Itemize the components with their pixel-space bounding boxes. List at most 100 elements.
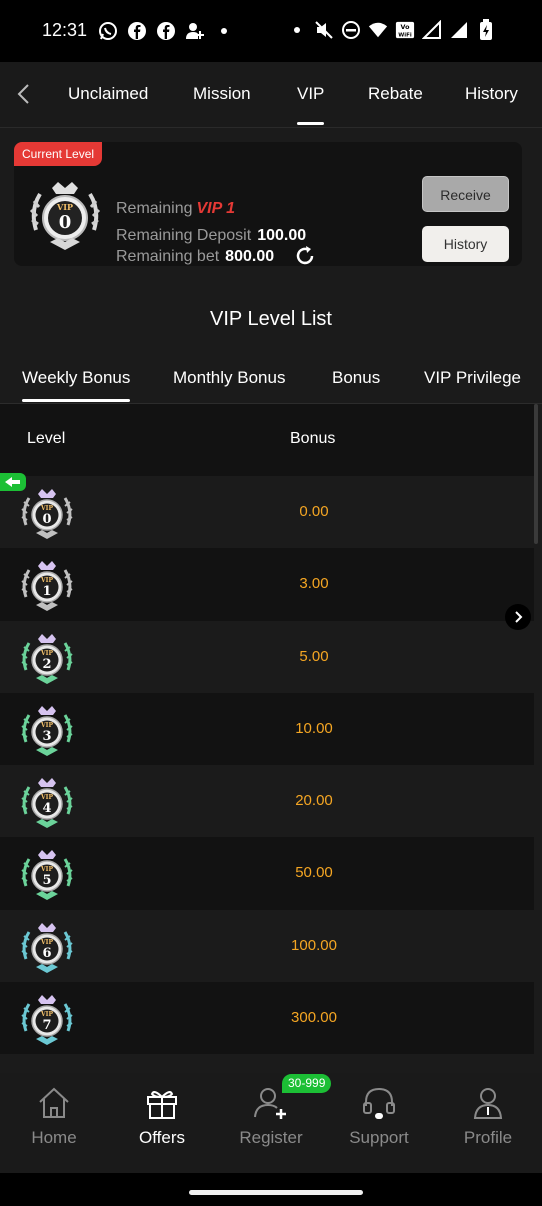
current-level-tag: Current Level [14, 142, 103, 166]
home-gesture-bar[interactable] [189, 1190, 363, 1195]
vip-badge-icon: VIP 0 [29, 182, 101, 250]
tab-vip[interactable]: VIP [297, 84, 324, 104]
top-tab-bar: Unclaimed Mission VIP Rebate History [0, 62, 542, 128]
row-bonus-value: 3.00 [299, 575, 329, 593]
vip-list-tabs: Weekly Bonus Monthly Bonus Bonus VIP Pri… [0, 356, 542, 404]
vip-level-badge-icon: VIP4 [21, 778, 73, 829]
home-icon [39, 1087, 69, 1118]
badge-level-text: 6 [42, 946, 51, 961]
row-bonus-value: 10.00 [295, 719, 333, 737]
table-row: VIP 6 100.00 [0, 909, 534, 983]
vip-level-table: Level Bonus VIP 0 0.00 VIP 1 3.00 VIP 2 5.00 VIP 3… [0, 404, 534, 1055]
row-bonus-value: 20.00 [295, 792, 333, 810]
badge-level-text: 7 [42, 1018, 51, 1033]
status-time: 12:31 [42, 20, 88, 40]
nav-offers-label: Offers [139, 1128, 185, 1147]
svg-text:Vo: Vo [401, 24, 411, 31]
active-tab-indicator [297, 122, 324, 125]
badge-vip-text: VIP [40, 1011, 53, 1018]
active-subtab-indicator [22, 399, 130, 402]
history-button[interactable]: History [422, 226, 509, 262]
badge-vip-text: VIP [40, 650, 53, 657]
badge-level-text: 1 [42, 584, 51, 599]
tab-bonus[interactable]: Bonus [332, 368, 380, 388]
remaining-bet-label: Remaining bet [116, 248, 220, 265]
nav-home-label: Home [31, 1128, 77, 1147]
table-header: Level Bonus [0, 404, 534, 476]
whatsapp-icon [98, 21, 118, 41]
badge-vip-text: VIP [40, 577, 53, 584]
dot-icon [214, 21, 234, 41]
badge-vip-text: VIP [40, 505, 53, 512]
tab-history[interactable]: History [465, 84, 518, 104]
nav-offers[interactable]: Offers [108, 1073, 216, 1173]
row-bonus-value: 0.00 [299, 503, 329, 520]
vip-level-badge-icon: VIP2 [21, 633, 73, 684]
remaining-deposit-label: Remaining Deposit [116, 227, 252, 244]
row-bonus-value: 100.00 [291, 936, 337, 954]
facebook-icon [127, 21, 147, 41]
badge-vip-text: VIP [40, 794, 53, 801]
receive-button[interactable]: Receive [422, 176, 509, 212]
back-arrow-icon[interactable] [12, 82, 36, 106]
column-header-level: Level [27, 430, 66, 447]
refresh-icon[interactable] [294, 245, 316, 267]
table-scrollbar[interactable] [534, 404, 538, 544]
profile-icon [473, 1088, 503, 1119]
wifi-icon [368, 20, 388, 40]
badge-vip-text: VIP [40, 939, 53, 946]
tab-vip-privilege[interactable]: VIP Privilege [424, 368, 521, 388]
table-row: VIP 3 10.00 [0, 692, 534, 766]
row-bonus-value: 5.00 [299, 647, 329, 665]
table-row: VIP 7 300.00 [0, 982, 534, 1055]
row-bonus-value: 50.00 [295, 864, 333, 882]
nav-home[interactable]: Home [0, 1073, 108, 1173]
badge-vip-text: VIP [40, 866, 53, 873]
vowifi-icon: Vo WiFi [395, 20, 415, 40]
vip-level-badge-icon: VIP3 [21, 705, 73, 756]
table-row: VIP 0 0.00 [0, 473, 534, 549]
system-icons: Vo WiFi [287, 19, 496, 40]
nav-profile-label: Profile [463, 1128, 513, 1147]
vip-level-badge-icon: VIP5 [21, 850, 73, 901]
tab-unclaimed[interactable]: Unclaimed [68, 84, 148, 104]
vip-level-badge-icon: VIP1 [21, 561, 73, 612]
remaining-vip-line: Remaining VIP 1 [116, 200, 235, 218]
tab-mission[interactable]: Mission [193, 84, 251, 104]
table-row: VIP 4 20.00 [0, 765, 534, 838]
tab-weekly-bonus[interactable]: Weekly Bonus [22, 368, 130, 388]
headset-icon [363, 1087, 395, 1119]
mute-icon [314, 20, 334, 40]
nav-profile[interactable]: Profile [434, 1073, 542, 1173]
nav-support[interactable]: Support [325, 1073, 433, 1173]
badge-level-text: 0 [59, 212, 72, 233]
tab-rebate[interactable]: Rebate [368, 84, 423, 104]
register-reward-badge: 30-999 [282, 1074, 332, 1093]
vip-level-badge-icon: VIP6 [21, 922, 73, 973]
tab-monthly-bonus[interactable]: Monthly Bonus [173, 368, 285, 388]
vip-level-badge-icon: VIP0 [21, 489, 73, 539]
badge-level-text: 2 [42, 657, 51, 672]
signal-icon [422, 20, 442, 40]
badge-level-text: 5 [42, 873, 51, 888]
badge-vip-text: VIP [56, 202, 73, 212]
dot-icon [287, 20, 307, 40]
chevron-right-icon[interactable] [505, 604, 531, 630]
nav-register-label: Register [239, 1128, 303, 1147]
vip-level-badge-icon: VIP7 [21, 995, 73, 1046]
svg-text:WiFi: WiFi [398, 32, 412, 38]
vip-level-list-title: VIP Level List [210, 308, 332, 330]
remaining-bet-value: 800.00 [225, 248, 275, 265]
vip-content: Current Level VIP 0 Remaining VIP 1 Remai… [0, 128, 542, 1073]
badge-level-text: 3 [42, 729, 51, 744]
remaining-deposit-value: 100.00 [257, 227, 307, 244]
table-row: VIP 2 5.00 [0, 620, 534, 693]
remaining-label: Remaining [116, 200, 193, 217]
gesture-area [0, 1173, 542, 1206]
add-contact-icon [185, 21, 205, 41]
nav-support-label: Support [349, 1128, 409, 1147]
row-bonus-value: 300.00 [291, 1009, 337, 1027]
signal-full-icon [449, 20, 469, 40]
bottom-navigation: Home Offers Register Support Profile [0, 1073, 542, 1173]
do-not-disturb-icon [341, 20, 361, 40]
